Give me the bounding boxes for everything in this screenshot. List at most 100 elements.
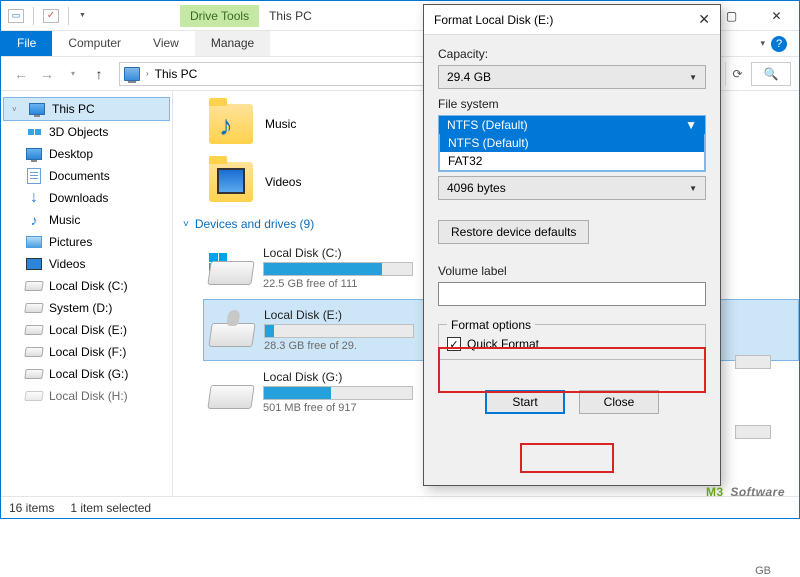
hdd-icon xyxy=(24,281,43,291)
drive-free-text: 28.3 GB free of 29. xyxy=(264,340,414,352)
folder-label: Music xyxy=(265,117,296,131)
watermark: M3 Software xyxy=(706,476,785,502)
qat-customize-chevron[interactable]: ▼ xyxy=(79,12,86,19)
sidebar-item-label: System (D:) xyxy=(49,301,112,315)
music-icon: ♪ xyxy=(25,212,43,228)
status-item-count: 16 items xyxy=(9,501,54,515)
up-button[interactable]: ↑ xyxy=(87,62,111,86)
sidebar-item-desktop[interactable]: Desktop xyxy=(1,143,172,165)
qat-properties-icon[interactable]: ✓ xyxy=(40,5,62,27)
capacity-label: Capacity: xyxy=(438,47,706,61)
sidebar-item-system-d[interactable]: System (D:) xyxy=(1,297,172,319)
sidebar-item-local-disk-f[interactable]: Local Disk (F:) xyxy=(1,341,172,363)
format-dialog: Format Local Disk (E:) ✕ Capacity: 29.4 … xyxy=(423,4,721,486)
allocation-select[interactable]: 4096 bytes ▼ xyxy=(438,176,706,200)
sidebar-item-local-disk-g[interactable]: Local Disk (G:) xyxy=(1,363,172,385)
sidebar-item-videos[interactable]: Videos xyxy=(1,253,172,275)
start-button[interactable]: Start xyxy=(485,390,565,414)
sidebar-item-label: Local Disk (G:) xyxy=(49,367,128,381)
drive-free-text: 501 MB free of 917 xyxy=(263,402,413,414)
sidebar-item-label: Local Disk (F:) xyxy=(49,345,126,359)
contextual-tab-drive-tools: Drive Tools xyxy=(180,5,259,27)
sidebar-item-label: Desktop xyxy=(49,147,93,161)
quick-format-label: Quick Format xyxy=(467,337,539,351)
manage-tab[interactable]: Manage xyxy=(195,31,270,56)
dialog-titlebar[interactable]: Format Local Disk (E:) ✕ xyxy=(424,5,720,35)
drive-free-text: 22.5 GB free of 111 xyxy=(263,278,413,290)
sidebar-item-downloads[interactable]: ↓ Downloads xyxy=(1,187,172,209)
quick-format-checkbox[interactable]: ✓ Quick Format xyxy=(447,337,697,351)
close-button[interactable]: ✕ xyxy=(754,1,799,31)
sidebar-item-label: Local Disk (C:) xyxy=(49,279,128,293)
watermark-text: Software xyxy=(730,485,785,499)
sidebar-item-3d-objects[interactable]: 3D Objects xyxy=(1,121,172,143)
nav-tree: ˅ This PC 3D Objects Desktop Documents ↓… xyxy=(1,91,173,496)
volume-label-input[interactable] xyxy=(438,282,706,306)
sidebar-item-label: 3D Objects xyxy=(49,125,108,139)
hdd-icon xyxy=(24,391,43,401)
dialog-title: Format Local Disk (E:) xyxy=(434,13,553,27)
storage-bar xyxy=(264,324,414,338)
refresh-button[interactable]: ⟳ xyxy=(725,62,749,86)
sidebar-item-local-disk-e[interactable]: Local Disk (E:) xyxy=(1,319,172,341)
sidebar-item-local-disk-c[interactable]: Local Disk (C:) xyxy=(1,275,172,297)
folder-music-icon: ♪ xyxy=(209,104,253,144)
filesystem-option-fat32[interactable]: FAT32 xyxy=(440,152,704,170)
back-button[interactable]: ← xyxy=(9,62,33,86)
chevron-down-icon: ▼ xyxy=(689,184,697,193)
videos-icon xyxy=(26,258,42,270)
filesystem-select[interactable]: NTFS (Default) ▼ NTFS (Default) FAT32 xyxy=(438,115,706,172)
hdd-icon xyxy=(24,369,43,379)
help-icon[interactable]: ? xyxy=(771,36,787,52)
sidebar-item-local-disk-h[interactable]: Local Disk (H:) xyxy=(1,385,172,407)
filesystem-label: File system xyxy=(438,97,706,111)
hdd-icon xyxy=(24,325,43,335)
allocation-value: 4096 bytes xyxy=(447,181,506,195)
sidebar-item-label: Downloads xyxy=(49,191,108,205)
sidebar-item-pictures[interactable]: Pictures xyxy=(1,231,172,253)
folder-label: Videos xyxy=(265,175,301,189)
divider xyxy=(33,7,34,25)
status-bar: 16 items 1 item selected xyxy=(1,496,799,518)
sidebar-item-label: This PC xyxy=(52,102,95,116)
watermark-logo: M3 xyxy=(706,485,724,499)
chevron-down-icon: ▼ xyxy=(689,73,697,82)
filesystem-dropdown-list: NTFS (Default) FAT32 xyxy=(439,134,705,171)
annotation-highlight-start xyxy=(520,443,614,473)
filesystem-option-ntfs[interactable]: NTFS (Default) xyxy=(440,134,704,152)
computer-tab[interactable]: Computer xyxy=(52,31,137,56)
capacity-select[interactable]: 29.4 GB ▼ xyxy=(438,65,706,89)
quick-access-toolbar: ▭ ✓ ▼ xyxy=(1,5,90,27)
forward-button[interactable]: → xyxy=(35,62,59,86)
recent-locations-chevron[interactable]: ▾ xyxy=(61,62,85,86)
drive-name: Local Disk (E:) xyxy=(264,308,414,322)
sidebar-item-label: Pictures xyxy=(49,235,92,249)
close-button[interactable]: Close xyxy=(579,390,659,414)
status-selected-count: 1 item selected xyxy=(70,501,151,515)
sidebar-item-music[interactable]: ♪ Music xyxy=(1,209,172,231)
cube-icon xyxy=(28,129,41,135)
view-tab[interactable]: View xyxy=(137,31,195,56)
dialog-close-button[interactable]: ✕ xyxy=(698,11,710,28)
chevron-down-icon: ▼ xyxy=(685,118,697,132)
drive-name: Local Disk (C:) xyxy=(263,246,413,260)
desktop-icon xyxy=(26,148,42,160)
pictures-icon xyxy=(26,236,42,248)
sidebar-item-label: Music xyxy=(49,213,80,227)
collapse-icon[interactable]: ˅ xyxy=(12,105,22,114)
sidebar-item-this-pc[interactable]: ˅ This PC xyxy=(3,97,170,121)
search-input[interactable]: 🔍 xyxy=(751,62,791,86)
qat-pc-icon[interactable]: ▭ xyxy=(5,5,27,27)
restore-defaults-button[interactable]: Restore device defaults xyxy=(438,220,589,244)
chevron-down-icon: ˅ xyxy=(183,219,189,230)
ribbon-minimize-chevron[interactable]: ▾ xyxy=(760,38,765,49)
file-tab[interactable]: File xyxy=(1,31,52,56)
checkbox-icon: ✓ xyxy=(447,337,461,351)
filesystem-selected-value: NTFS (Default) xyxy=(447,118,528,132)
sidebar-item-documents[interactable]: Documents xyxy=(1,165,172,187)
download-icon: ↓ xyxy=(25,190,43,206)
format-options-fieldset: Format options ✓ Quick Format xyxy=(438,324,706,360)
capacity-value: 29.4 GB xyxy=(447,70,491,84)
document-icon xyxy=(27,168,41,184)
hdd-icon xyxy=(24,303,43,313)
